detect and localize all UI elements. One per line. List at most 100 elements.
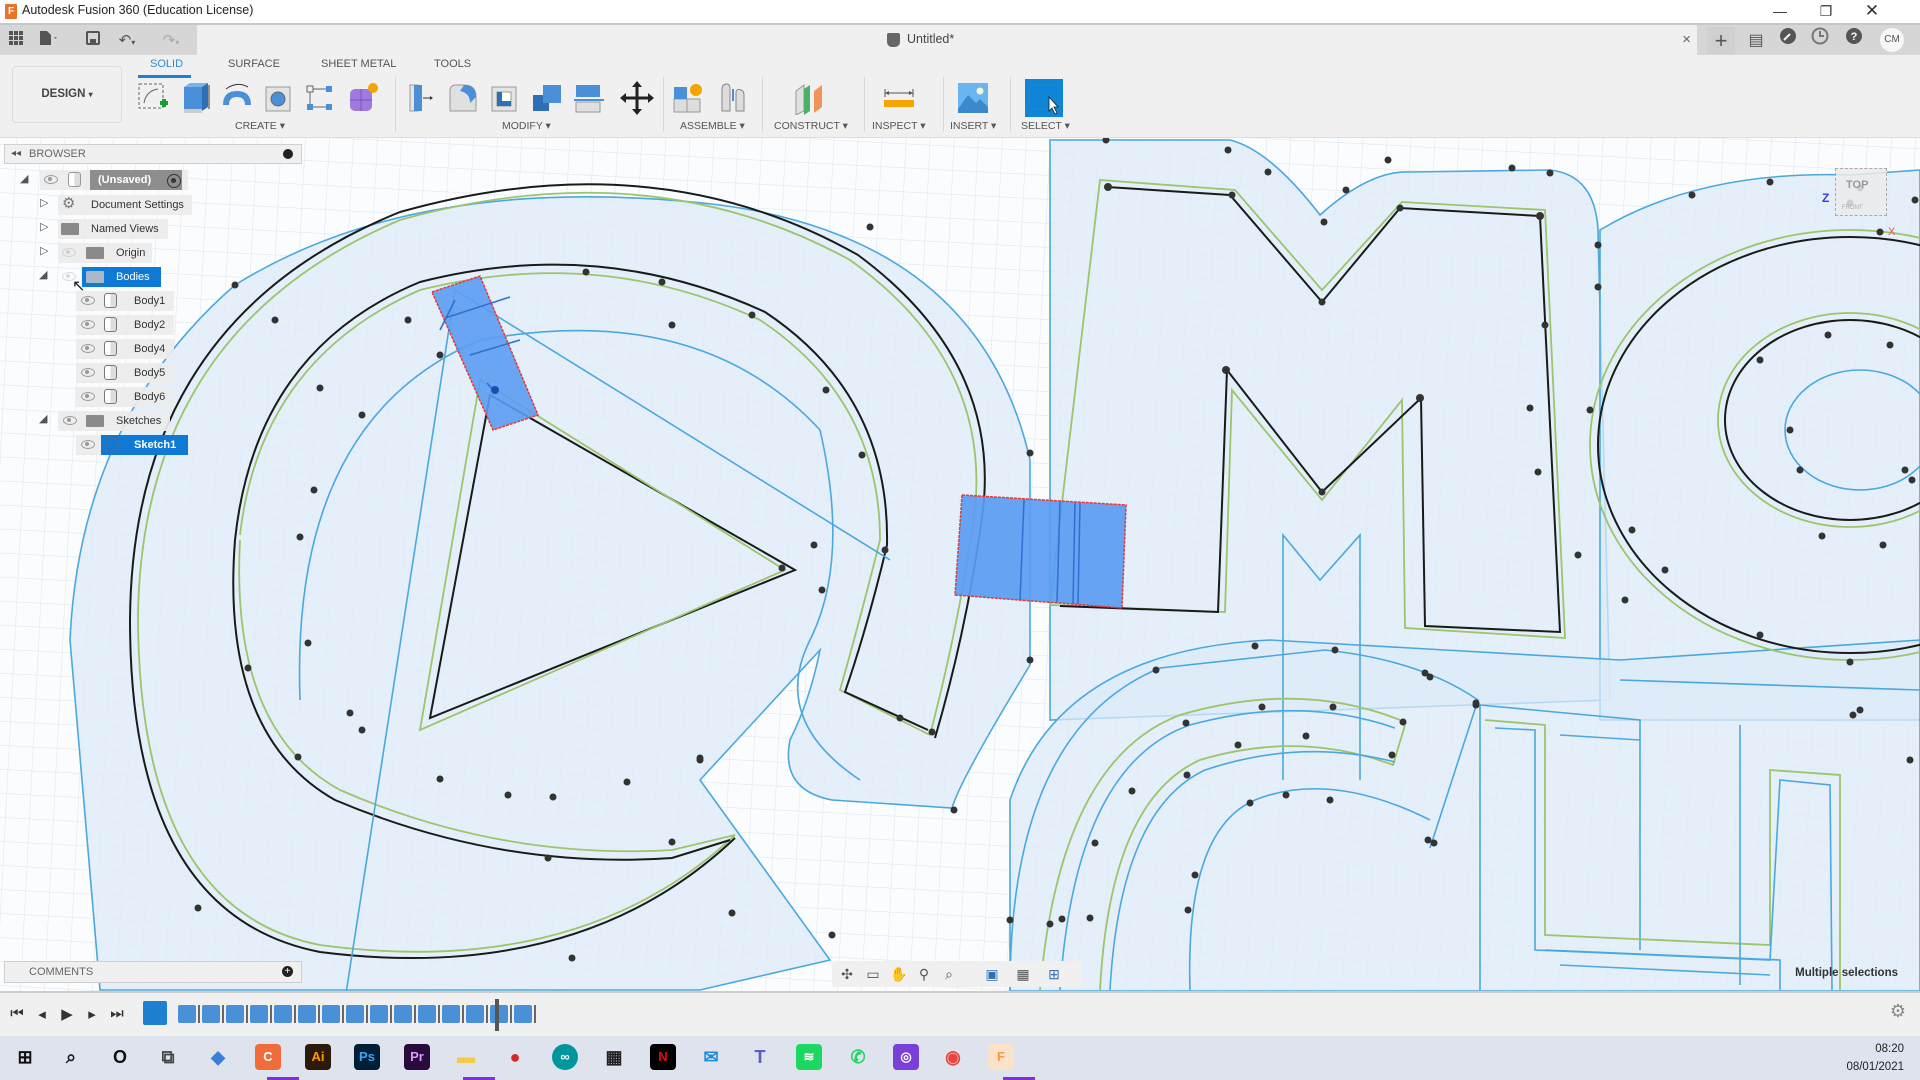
tree-body-row[interactable]: Body2 [76, 315, 174, 335]
timeline-extrude-feature[interactable] [178, 1005, 200, 1023]
expand-origin-icon[interactable]: ▷ [40, 244, 48, 257]
expand-root-icon[interactable]: ◢ [20, 172, 28, 185]
close-tab-button[interactable]: × [1682, 31, 1691, 48]
inspect-group-label[interactable]: INSPECT ▾ [872, 120, 926, 132]
tab-solid[interactable]: SOLID [150, 58, 183, 70]
timeline-extrude-feature[interactable] [418, 1005, 440, 1023]
timeline-extrude-feature[interactable] [298, 1005, 320, 1023]
tree-body-row[interactable]: Body5 [76, 363, 174, 383]
tree-item-named-views[interactable]: Named Views [58, 219, 168, 239]
timeline-last-button[interactable]: ⏭ [105, 1005, 129, 1022]
timeline-first-button[interactable]: ⏮ [5, 1005, 29, 1022]
orbit-icon[interactable]: ✣ [836, 964, 858, 984]
visibility-eye-icon[interactable] [44, 175, 58, 184]
new-component-icon[interactable] [672, 81, 706, 115]
visibility-eye-icon[interactable] [81, 320, 95, 329]
taskbar-whatsapp-icon[interactable]: ✆ [845, 1044, 871, 1070]
taskbar-file-explorer-icon[interactable]: ▬ [453, 1044, 479, 1070]
add-comment-icon[interactable]: + [282, 966, 293, 977]
timeline-play-button[interactable]: ▶ [55, 1005, 79, 1023]
view-cube[interactable]: TOP FRONT [1835, 168, 1887, 216]
visibility-eye-icon[interactable] [81, 392, 95, 401]
timeline-extrude-feature[interactable] [202, 1005, 224, 1023]
system-clock[interactable]: 08:20 08/01/2021 [1846, 1040, 1904, 1076]
pattern-icon[interactable] [304, 81, 338, 115]
pan-icon[interactable]: ✋ [888, 964, 910, 984]
insert-image-icon[interactable] [956, 81, 990, 115]
tab-surface[interactable]: SURFACE [228, 58, 280, 70]
taskbar-app-red-icon[interactable]: ● [502, 1044, 528, 1070]
undo-icon[interactable]: ↶▾ [114, 30, 140, 52]
timeline-next-button[interactable]: ▸ [80, 1005, 104, 1023]
tree-item-sketches[interactable]: Sketches [58, 411, 170, 431]
move-icon[interactable] [620, 81, 654, 115]
joint-icon[interactable] [716, 81, 750, 115]
taskbar-illustrator-icon[interactable]: Ai [305, 1044, 331, 1070]
tree-body-row[interactable]: Body6 [76, 387, 174, 407]
browser-pin-icon[interactable] [283, 149, 293, 159]
timeline-extrude-feature[interactable] [346, 1005, 368, 1023]
visibility-eye-icon[interactable] [81, 344, 95, 353]
timeline-extrude-feature[interactable] [274, 1005, 296, 1023]
timeline-sketch-feature[interactable] [143, 1001, 167, 1025]
history-icon[interactable] [1806, 27, 1834, 54]
revolve-icon[interactable] [220, 81, 254, 115]
comments-icon[interactable]: ▤ [1742, 27, 1770, 54]
view-cube-front-face[interactable]: FRONT [1842, 205, 1863, 211]
timeline-extrude-feature[interactable] [442, 1005, 464, 1023]
insert-group-label[interactable]: INSERT ▾ [950, 120, 996, 132]
grid-icon[interactable]: ▦ [1012, 964, 1034, 984]
taskbar-teams-icon[interactable]: T [747, 1044, 773, 1070]
timeline-previous-button[interactable]: ◂ [30, 1005, 54, 1023]
taskbar-fusion360-icon[interactable]: F [988, 1044, 1014, 1070]
help-icon[interactable]: ? [1840, 27, 1868, 54]
create-sketch-icon[interactable] [136, 81, 170, 115]
taskbar-app-3d-icon[interactable]: ◆ [205, 1044, 231, 1070]
taskbar-instagram-icon[interactable]: ◎ [893, 1044, 919, 1070]
expand-named-views-icon[interactable]: ▷ [40, 220, 48, 233]
hidden-eye-icon[interactable] [62, 248, 76, 257]
timeline-extrude-feature[interactable] [322, 1005, 344, 1023]
timeline-extrude-feature[interactable] [466, 1005, 488, 1023]
tree-body-row[interactable]: Body4 [76, 339, 174, 359]
assemble-group-label[interactable]: ASSEMBLE ▾ [680, 120, 745, 132]
tree-root[interactable]: (Unsaved) [40, 170, 188, 190]
taskbar-mail-icon[interactable]: ✉ [698, 1044, 724, 1070]
workspace-switcher[interactable]: DESIGN ▾ [12, 66, 122, 123]
taskbar-chrome-icon[interactable]: ◉ [940, 1044, 966, 1070]
timeline-extrude-feature[interactable] [250, 1005, 272, 1023]
timeline-settings-icon[interactable]: ⚙ [1890, 1001, 1906, 1022]
form-icon[interactable] [346, 81, 380, 115]
extrude-icon[interactable] [178, 81, 212, 115]
combine-icon[interactable] [530, 81, 564, 115]
look-at-icon[interactable]: ▭ [862, 964, 884, 984]
fit-icon[interactable]: ⌕ [938, 964, 960, 984]
timeline-marker[interactable] [495, 999, 503, 1031]
taskbar-cortana-icon[interactable]: O [107, 1044, 133, 1070]
taskbar-camtasia-icon[interactable]: C [255, 1044, 281, 1070]
select-icon[interactable] [1025, 79, 1063, 117]
collapse-browser-icon[interactable]: ◂◂ [11, 148, 21, 159]
expand-document-settings-icon[interactable]: ▷ [40, 196, 48, 209]
display-settings-icon[interactable]: ▣ [981, 964, 1003, 984]
taskbar-arduino-icon[interactable]: ∞ [552, 1044, 578, 1070]
tab-tools[interactable]: TOOLS [434, 58, 471, 70]
timeline-extrude-feature[interactable] [514, 1005, 536, 1023]
document-tab[interactable]: Untitled* × [197, 25, 1697, 57]
taskbar-task-view-icon[interactable]: ⧉ [155, 1044, 181, 1070]
tree-body-row[interactable]: Body1 [76, 291, 174, 311]
visibility-eye-icon[interactable] [81, 440, 95, 449]
taskbar-photoshop-icon[interactable]: Ps [354, 1044, 380, 1070]
offset-plane-icon[interactable] [792, 81, 826, 116]
user-avatar[interactable]: CM [1880, 28, 1904, 52]
press-pull-icon[interactable] [404, 81, 438, 115]
new-tab-icon[interactable]: + [1707, 27, 1735, 54]
create-group-label[interactable]: CREATE ▾ [235, 120, 285, 132]
zoom-icon[interactable]: ⚲ [913, 964, 935, 984]
timeline-extrude-feature[interactable] [394, 1005, 416, 1023]
select-group-label[interactable]: SELECT ▾ [1021, 120, 1070, 132]
taskbar-spotify-icon[interactable]: ≋ [796, 1044, 822, 1070]
view-cube-top-face[interactable]: TOP [1846, 179, 1868, 191]
taskbar-search-icon[interactable]: ⌕ [58, 1044, 84, 1070]
close-button[interactable]: ✕ [1849, 0, 1895, 23]
